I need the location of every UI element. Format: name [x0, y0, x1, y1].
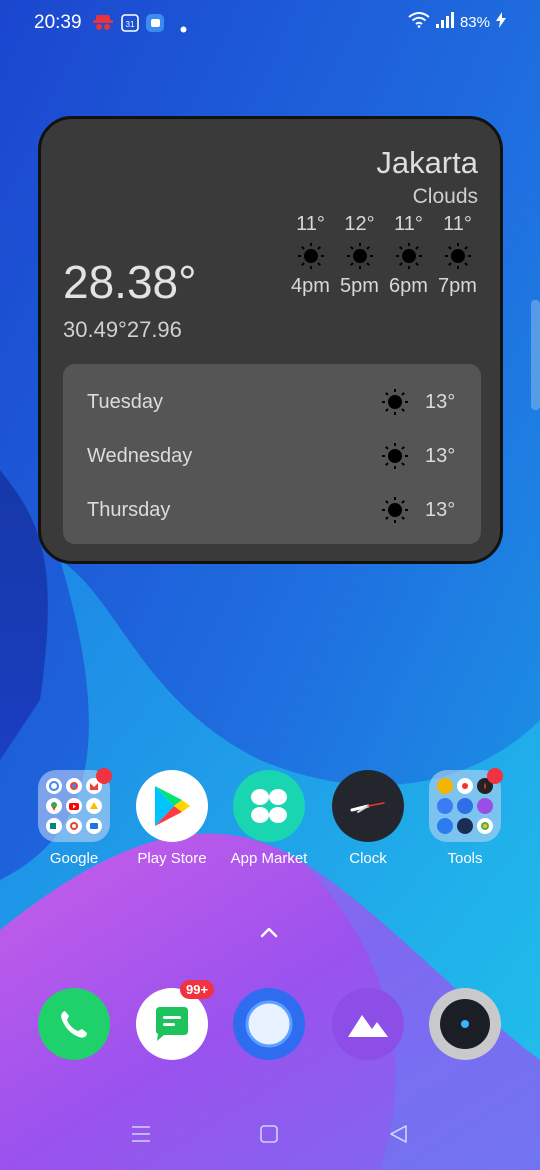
status-time: 20:39 [34, 12, 82, 33]
settings-app-icon [437, 818, 453, 834]
photos-app-icon [477, 818, 493, 834]
app-label: Clock [349, 850, 387, 867]
daily-row: Wednesday 13° [63, 436, 481, 476]
clock-icon [332, 770, 404, 842]
daily-temp: 13° [425, 390, 456, 413]
notification-dot-badge [487, 768, 503, 784]
hourly-time: 6pm [389, 275, 428, 297]
sun-icon [384, 239, 433, 273]
phone-icon [38, 988, 110, 1060]
app-label: Play Store [137, 850, 207, 867]
sun-icon [335, 239, 384, 273]
nav-back-button[interactable] [388, 1124, 410, 1149]
google-icon [46, 778, 62, 794]
sun-icon [286, 239, 335, 273]
app-label: Google [49, 850, 99, 867]
duo-icon [86, 818, 102, 834]
hourly-item: 11° 6pm [384, 213, 433, 298]
daily-day: Tuesday [87, 390, 163, 413]
maps-icon [46, 798, 62, 814]
sun-icon [381, 442, 409, 475]
high-low-temperature: 30.49°27.96 [63, 317, 182, 342]
app-label: App Market [230, 850, 308, 867]
files-icon [437, 798, 453, 814]
menu-icon [132, 1126, 150, 1142]
notification-app-icon [146, 14, 164, 37]
hourly-temp: 12° [344, 213, 375, 235]
nav-menu-button[interactable] [130, 1124, 152, 1149]
nav-home-button[interactable] [259, 1124, 281, 1149]
contacts-icon [437, 778, 453, 794]
daily-row: Thursday 13° [63, 490, 481, 530]
daily-temp: 13° [425, 498, 456, 521]
home-icon [260, 1125, 278, 1143]
status-bar: 20:39 31 83% [0, 0, 540, 48]
dock-messages[interactable]: 99+ [124, 980, 220, 1060]
hourly-time: 5pm [340, 275, 379, 297]
app-drawer-chevron-up-icon[interactable] [259, 925, 279, 943]
calendar-icon: 31 [121, 14, 139, 37]
app-app-market[interactable]: App Market [221, 770, 317, 867]
notification-dot-badge [96, 768, 112, 784]
sun-icon [433, 239, 482, 273]
current-temperature: 28.38° [63, 256, 197, 308]
weather-condition: Clouds [412, 185, 478, 208]
calendar-day-text: 31 [126, 20, 135, 29]
battery-text: 83% [459, 13, 490, 31]
tools-folder-icon [429, 768, 503, 842]
app-tools-folder[interactable]: Tools [417, 768, 513, 867]
gallery-icon [332, 988, 404, 1060]
drive-icon [86, 798, 102, 814]
daily-day: Wednesday [87, 444, 193, 467]
hourly-item: 12° 5pm [335, 213, 384, 298]
hourly-temp: 11° [394, 213, 423, 235]
camera-icon [429, 988, 501, 1060]
sun-icon [381, 496, 409, 529]
wifi-icon [408, 12, 430, 32]
hourly-time: 7pm [438, 275, 477, 297]
app-clock[interactable]: Clock [320, 770, 416, 867]
phone-manager-icon [477, 798, 493, 814]
hourly-temp: 11° [443, 213, 472, 235]
daily-day: Thursday [87, 498, 171, 521]
app-label: Tools [447, 850, 483, 867]
youtube-icon [66, 798, 82, 814]
play-store-icon [136, 770, 208, 842]
daily-row: Tuesday 13° [63, 382, 481, 422]
browser-icon [233, 988, 305, 1060]
hourly-item: 11° 7pm [433, 213, 482, 298]
dock-browser[interactable] [221, 988, 317, 1060]
hourly-item: 11° 4pm [286, 213, 335, 298]
weather-city: Jakarta [376, 145, 478, 180]
photos-icon [66, 818, 82, 834]
unread-count-badge: 99+ [180, 980, 215, 999]
app-google-folder[interactable]: Google [26, 768, 122, 867]
dock-camera[interactable] [417, 988, 513, 1060]
app-market-icon [233, 770, 305, 842]
incognito-icon [93, 14, 113, 37]
meet-icon [46, 818, 62, 834]
signal-icon [435, 12, 454, 32]
sun-icon [381, 388, 409, 421]
dot-icon [180, 20, 187, 38]
daily-forecast: Tuesday 13° Wednesday 13° Thursday 13° [63, 364, 481, 544]
dock-gallery[interactable] [320, 988, 416, 1060]
hourly-forecast: 11° 4pm 12° 5pm 11° 6pm 11° 7pm [286, 213, 482, 298]
app-play-store[interactable]: Play Store [124, 770, 220, 867]
chrome-icon [66, 778, 82, 794]
weather-widget[interactable]: Jakarta Clouds 11° 4pm 12° 5pm 11° 6pm 1… [38, 116, 503, 564]
daily-temp: 13° [425, 444, 456, 467]
weather-app-icon [457, 818, 473, 834]
hourly-time: 4pm [291, 275, 330, 297]
hourly-temp: 11° [296, 213, 325, 235]
messages-icon: 99+ [136, 980, 215, 1060]
calculator-icon [457, 798, 473, 814]
recorder-icon [457, 778, 473, 794]
google-folder-icon [38, 768, 112, 842]
back-icon [390, 1125, 407, 1143]
dock-phone[interactable] [26, 988, 122, 1060]
battery-charging-icon [496, 12, 506, 32]
